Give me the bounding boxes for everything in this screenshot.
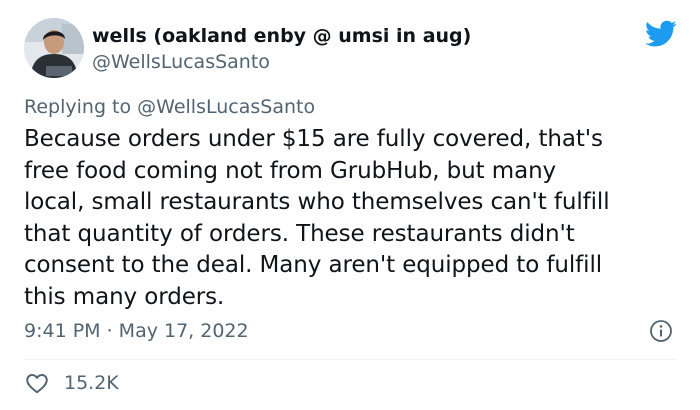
info-icon[interactable] <box>649 319 673 343</box>
heart-icon <box>26 374 48 394</box>
like-count: 15.2K <box>64 372 119 394</box>
avatar-image <box>24 18 84 78</box>
like-button[interactable]: 15.2K <box>24 370 119 396</box>
tweet-text-line: local, small restaurants who themselves … <box>24 189 610 216</box>
twitter-bird-icon[interactable] <box>645 20 677 48</box>
user-handle[interactable]: @WellsLucasSanto <box>92 50 270 74</box>
replying-to-label: Replying to <box>24 96 138 118</box>
replying-to-handle-link[interactable]: @WellsLucasSanto <box>137 96 315 118</box>
tweet-text-line: Because orders under $15 are fully cover… <box>24 126 603 152</box>
replying-to-line: Replying to @WellsLucasSanto <box>24 95 315 119</box>
avatar[interactable] <box>24 18 84 78</box>
display-name[interactable]: wells (oakland enby @ umsi in aug) <box>92 24 471 48</box>
divider <box>24 359 676 360</box>
tweet-text-line: this many orders. <box>24 283 225 310</box>
tweet-text-line: that quantity of orders. These restauran… <box>24 220 575 247</box>
tweet-text: Because orders under $15 are fully cover… <box>24 124 684 314</box>
tweet-text-line: free food coming not from GrubHub, but m… <box>24 157 557 184</box>
tweet-timestamp[interactable]: 9:41 PM · May 17, 2022 <box>24 319 249 343</box>
tweet-card: wells (oakland enby @ umsi in aug) @Well… <box>0 0 700 410</box>
tweet-text-line: consent to the deal. Many aren't equippe… <box>24 252 603 279</box>
